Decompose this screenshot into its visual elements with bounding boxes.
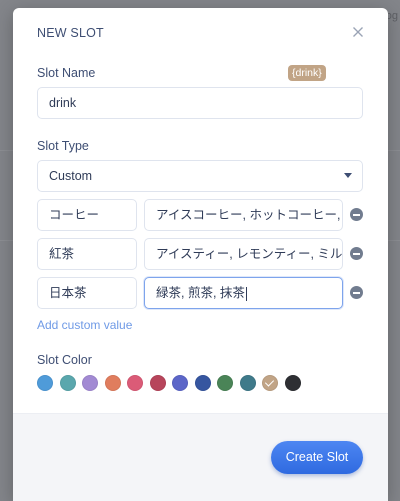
slot-type-select[interactable]: Custom xyxy=(37,160,363,192)
slot-name-label: Slot Name xyxy=(37,66,96,80)
checkmark-icon xyxy=(264,377,275,387)
color-swatch[interactable] xyxy=(239,375,256,391)
custom-value-input[interactable]: 日本茶 xyxy=(37,277,137,309)
remove-value-button[interactable] xyxy=(350,247,363,260)
color-swatch[interactable] xyxy=(217,375,233,391)
dialog-header: NEW SLOT xyxy=(13,8,388,58)
chevron-down-icon xyxy=(344,173,352,178)
color-swatch[interactable] xyxy=(127,375,143,391)
slot-name-badge: {drink} xyxy=(288,65,326,81)
new-slot-dialog: NEW SLOT Slot Name {drink} drink Slot Ty… xyxy=(13,8,388,501)
color-swatch[interactable] xyxy=(284,375,301,391)
color-swatch[interactable] xyxy=(172,375,188,391)
slot-name-input[interactable]: drink xyxy=(37,87,363,119)
dialog-title: NEW SLOT xyxy=(37,26,104,40)
custom-synonyms-input[interactable]: アイスティー, レモンティー, ミルク xyxy=(144,238,343,270)
remove-value-button[interactable] xyxy=(350,208,363,221)
close-button[interactable] xyxy=(350,24,366,40)
custom-synonyms-input-focused[interactable]: 緑茶, 煎茶, 抹茶 xyxy=(144,277,343,309)
slot-type-label: Slot Type xyxy=(37,139,89,153)
color-swatch[interactable] xyxy=(59,375,76,391)
text-cursor xyxy=(245,286,247,301)
dialog-footer: Create Slot xyxy=(13,413,388,501)
remove-value-button[interactable] xyxy=(350,286,363,299)
color-swatch[interactable] xyxy=(82,375,98,391)
slot-type-selected-value: Custom xyxy=(49,169,93,183)
custom-synonyms-text: 緑茶, 煎茶, 抹茶 xyxy=(156,286,245,300)
custom-value-input[interactable]: コーヒー xyxy=(37,199,137,231)
color-swatch[interactable] xyxy=(149,375,166,391)
close-icon xyxy=(353,27,363,37)
slot-color-label: Slot Color xyxy=(37,353,92,367)
custom-synonyms-input[interactable]: アイスコーヒー, ホットコーヒー, ア xyxy=(144,199,343,231)
add-custom-value-link[interactable]: Add custom value xyxy=(37,318,132,332)
color-swatch[interactable] xyxy=(104,375,121,391)
color-swatch[interactable] xyxy=(194,375,211,391)
create-slot-button[interactable]: Create Slot xyxy=(271,441,363,474)
color-swatch[interactable] xyxy=(37,375,53,391)
custom-value-input[interactable]: 紅茶 xyxy=(37,238,137,270)
color-swatch[interactable] xyxy=(262,375,278,391)
